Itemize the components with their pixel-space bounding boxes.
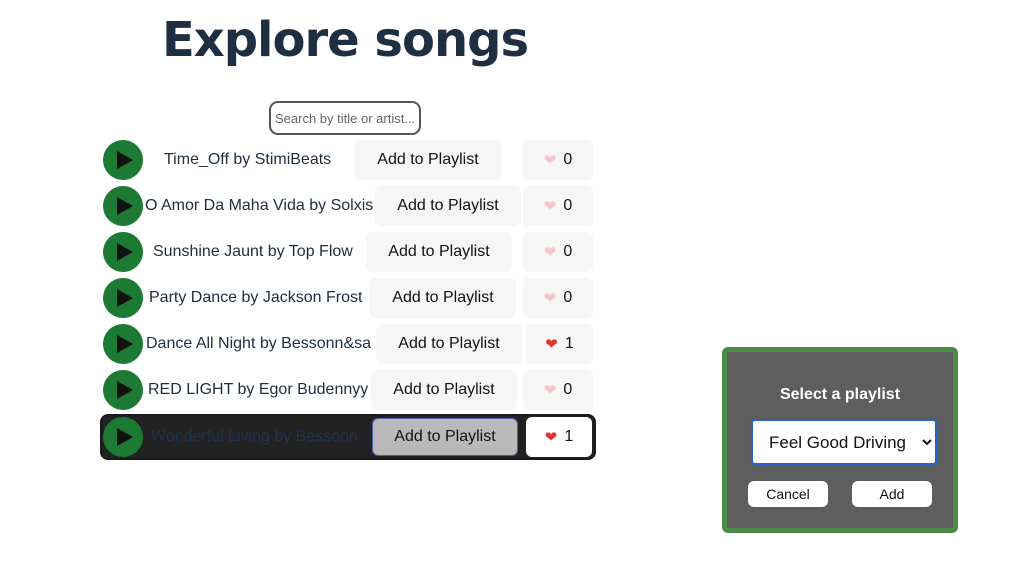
like-count: 0	[563, 289, 573, 306]
heart-icon: ❤	[544, 428, 558, 446]
add-to-playlist-button[interactable]: Add to Playlist	[376, 324, 522, 364]
play-button[interactable]	[103, 324, 143, 364]
heart-icon: ❤	[543, 197, 557, 215]
song-row: Party Dance by Jackson Frost Add to Play…	[100, 275, 596, 321]
play-icon	[116, 381, 133, 399]
song-title: RED LIGHT by Egor Budennyy	[148, 381, 369, 398]
play-button[interactable]	[103, 278, 143, 318]
play-icon	[116, 335, 133, 353]
add-to-playlist-button[interactable]: Add to Playlist	[372, 418, 518, 456]
cancel-button[interactable]: Cancel	[748, 481, 828, 507]
song-title: O Amor Da Maha Vida by Solxis	[145, 197, 374, 214]
like-button[interactable]: ❤ 0	[523, 232, 593, 272]
like-count: 0	[563, 197, 573, 214]
song-title: Party Dance by Jackson Frost	[149, 289, 363, 306]
song-row: RED LIGHT by Egor Budennyy Add to Playli…	[100, 367, 596, 413]
page-title: Explore songs	[161, 12, 529, 68]
like-button[interactable]: ❤ 0	[523, 370, 593, 410]
like-count: 1	[564, 335, 574, 352]
play-button[interactable]	[103, 417, 143, 457]
heart-icon: ❤	[543, 289, 557, 307]
song-row: Sunshine Jaunt by Top Flow Add to Playli…	[100, 229, 596, 275]
playlist-dialog: Select a playlist Feel Good Driving Canc…	[722, 347, 958, 533]
like-count: 1	[564, 428, 574, 445]
heart-icon: ❤	[543, 243, 557, 261]
playlist-select[interactable]: Feel Good Driving	[751, 419, 937, 465]
song-row-selected: Wonderful Living by Bessonn Add to Playl…	[100, 414, 596, 460]
song-row: Dance All Night by Bessonn&sa Add to Pla…	[100, 321, 596, 367]
play-icon	[116, 428, 133, 446]
like-button[interactable]: ❤ 0	[523, 140, 593, 180]
song-row: O Amor Da Maha Vida by Solxis Add to Pla…	[100, 183, 596, 229]
like-button[interactable]: ❤ 0	[523, 186, 593, 226]
add-to-playlist-button[interactable]: Add to Playlist	[366, 232, 512, 272]
like-button[interactable]: ❤ 0	[523, 278, 593, 318]
song-title: Wonderful Living by Bessonn	[151, 428, 358, 445]
like-button[interactable]: ❤ 1	[526, 324, 593, 364]
dialog-title: Select a playlist	[779, 386, 901, 403]
search-input[interactable]	[269, 101, 421, 135]
play-button[interactable]	[103, 140, 143, 180]
play-button[interactable]	[103, 232, 143, 272]
heart-icon: ❤	[543, 151, 557, 169]
like-button[interactable]: ❤ 1	[526, 417, 592, 457]
song-title: Sunshine Jaunt by Top Flow	[153, 243, 353, 260]
song-row: Time_Off by StimiBeats Add to Playlist ❤…	[100, 137, 596, 183]
like-count: 0	[563, 381, 573, 398]
song-title: Time_Off by StimiBeats	[164, 151, 332, 168]
song-title: Dance All Night by Bessonn&sa	[146, 335, 372, 352]
heart-icon: ❤	[545, 335, 558, 353]
play-icon	[116, 197, 133, 215]
add-to-playlist-button[interactable]: Add to Playlist	[370, 278, 516, 318]
like-count: 0	[563, 243, 573, 260]
add-to-playlist-button[interactable]: Add to Playlist	[355, 140, 501, 180]
add-to-playlist-button[interactable]: Add to Playlist	[371, 370, 517, 410]
heart-icon: ❤	[543, 381, 557, 399]
play-button[interactable]	[103, 370, 143, 410]
play-icon	[116, 243, 133, 261]
play-icon	[116, 151, 133, 169]
like-count: 0	[563, 151, 573, 168]
play-button[interactable]	[103, 186, 143, 226]
add-button[interactable]: Add	[852, 481, 932, 507]
play-icon	[116, 289, 133, 307]
add-to-playlist-button[interactable]: Add to Playlist	[375, 186, 521, 226]
